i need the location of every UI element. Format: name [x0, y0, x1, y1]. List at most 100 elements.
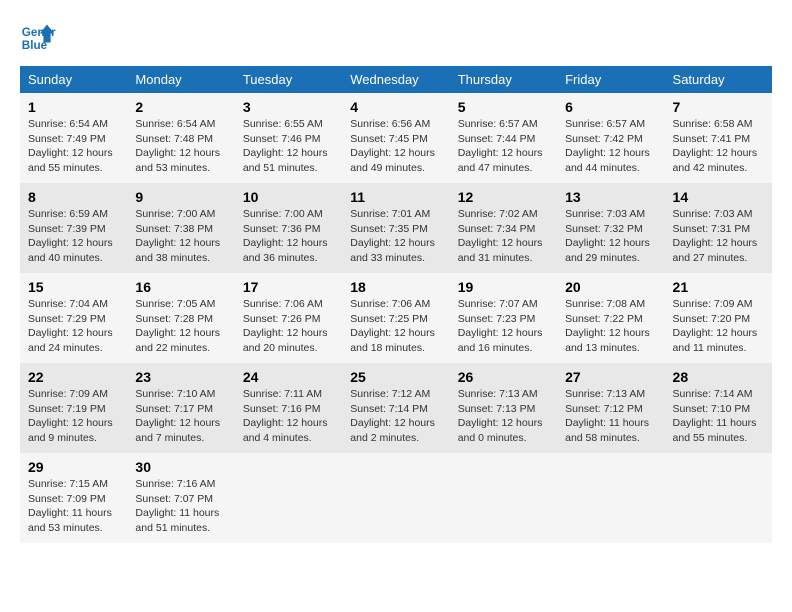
calendar-cell: 20 Sunrise: 7:08 AM Sunset: 7:22 PM Dayli… [557, 273, 664, 363]
calendar-cell [665, 453, 772, 543]
calendar-week-row: 22 Sunrise: 7:09 AM Sunset: 7:19 PM Dayli… [20, 363, 772, 453]
calendar-table: SundayMondayTuesdayWednesdayThursdayFrid… [20, 66, 772, 543]
calendar-cell: 29Sunrise: 7:15 AM Sunset: 7:09 PM Dayli… [20, 453, 127, 543]
day-number: 2 [135, 99, 226, 115]
calendar-cell: 8 Sunrise: 6:59 AM Sunset: 7:39 PM Daylig… [20, 183, 127, 273]
day-info: Sunrise: 6:58 AM Sunset: 7:41 PM Dayligh… [673, 117, 764, 176]
day-info: Sunrise: 6:54 AM Sunset: 7:48 PM Dayligh… [135, 117, 226, 176]
calendar-cell: 12 Sunrise: 7:02 AM Sunset: 7:34 PM Dayli… [450, 183, 557, 273]
calendar-cell: 15 Sunrise: 7:04 AM Sunset: 7:29 PM Dayli… [20, 273, 127, 363]
calendar-cell: 25 Sunrise: 7:12 AM Sunset: 7:14 PM Dayli… [342, 363, 449, 453]
calendar-cell: 18Sunrise: 7:06 AM Sunset: 7:25 PM Dayli… [342, 273, 449, 363]
logo-icon: General Blue [20, 20, 56, 56]
day-number: 6 [565, 99, 656, 115]
day-number: 25 [350, 369, 441, 385]
day-info: Sunrise: 7:03 AM Sunset: 7:32 PM Dayligh… [565, 207, 656, 266]
calendar-cell: 7Sunrise: 6:58 AM Sunset: 7:41 PM Daylig… [665, 93, 772, 183]
day-number: 26 [458, 369, 549, 385]
day-number: 20 [565, 279, 656, 295]
calendar-cell: 10 Sunrise: 7:00 AM Sunset: 7:36 PM Dayli… [235, 183, 342, 273]
day-info: Sunrise: 6:59 AM Sunset: 7:39 PM Dayligh… [28, 207, 119, 266]
calendar-week-row: 8 Sunrise: 6:59 AM Sunset: 7:39 PM Daylig… [20, 183, 772, 273]
day-info: Sunrise: 6:56 AM Sunset: 7:45 PM Dayligh… [350, 117, 441, 176]
calendar-week-row: 29Sunrise: 7:15 AM Sunset: 7:09 PM Dayli… [20, 453, 772, 543]
calendar-cell: 1 Sunrise: 6:54 AM Sunset: 7:49 PM Daylig… [20, 93, 127, 183]
calendar-cell [450, 453, 557, 543]
day-number: 1 [28, 99, 119, 115]
day-info: Sunrise: 7:03 AM Sunset: 7:31 PM Dayligh… [673, 207, 764, 266]
day-info: Sunrise: 7:10 AM Sunset: 7:17 PM Dayligh… [135, 387, 226, 446]
day-info: Sunrise: 7:13 AM Sunset: 7:13 PM Dayligh… [458, 387, 549, 446]
calendar-cell [557, 453, 664, 543]
day-number: 24 [243, 369, 334, 385]
calendar-cell: 17Sunrise: 7:06 AM Sunset: 7:26 PM Dayli… [235, 273, 342, 363]
day-info: Sunrise: 6:55 AM Sunset: 7:46 PM Dayligh… [243, 117, 334, 176]
calendar-cell [235, 453, 342, 543]
day-info: Sunrise: 7:09 AM Sunset: 7:19 PM Dayligh… [28, 387, 119, 446]
day-info: Sunrise: 7:01 AM Sunset: 7:35 PM Dayligh… [350, 207, 441, 266]
day-info: Sunrise: 7:13 AM Sunset: 7:12 PM Dayligh… [565, 387, 656, 446]
day-number: 4 [350, 99, 441, 115]
calendar-cell: 23Sunrise: 7:10 AM Sunset: 7:17 PM Dayli… [127, 363, 234, 453]
day-info: Sunrise: 7:11 AM Sunset: 7:16 PM Dayligh… [243, 387, 334, 446]
logo: General Blue [20, 20, 56, 56]
calendar-week-row: 1 Sunrise: 6:54 AM Sunset: 7:49 PM Daylig… [20, 93, 772, 183]
calendar-cell: 14Sunrise: 7:03 AM Sunset: 7:31 PM Dayli… [665, 183, 772, 273]
calendar-cell: 5 Sunrise: 6:57 AM Sunset: 7:44 PM Daylig… [450, 93, 557, 183]
day-info: Sunrise: 7:07 AM Sunset: 7:23 PM Dayligh… [458, 297, 549, 356]
column-header-friday: Friday [557, 66, 664, 93]
day-info: Sunrise: 7:15 AM Sunset: 7:09 PM Dayligh… [28, 477, 119, 536]
calendar-cell: 4 Sunrise: 6:56 AM Sunset: 7:45 PM Daylig… [342, 93, 449, 183]
day-number: 5 [458, 99, 549, 115]
calendar-cell: 19 Sunrise: 7:07 AM Sunset: 7:23 PM Dayli… [450, 273, 557, 363]
day-info: Sunrise: 7:00 AM Sunset: 7:36 PM Dayligh… [243, 207, 334, 266]
day-info: Sunrise: 7:02 AM Sunset: 7:34 PM Dayligh… [458, 207, 549, 266]
column-header-saturday: Saturday [665, 66, 772, 93]
column-header-monday: Monday [127, 66, 234, 93]
calendar-cell: 6 Sunrise: 6:57 AM Sunset: 7:42 PM Daylig… [557, 93, 664, 183]
day-number: 19 [458, 279, 549, 295]
calendar-cell [342, 453, 449, 543]
day-info: Sunrise: 7:14 AM Sunset: 7:10 PM Dayligh… [673, 387, 764, 446]
calendar-header-row: SundayMondayTuesdayWednesdayThursdayFrid… [20, 66, 772, 93]
column-header-tuesday: Tuesday [235, 66, 342, 93]
calendar-cell: 27 Sunrise: 7:13 AM Sunset: 7:12 PM Dayli… [557, 363, 664, 453]
day-info: Sunrise: 7:09 AM Sunset: 7:20 PM Dayligh… [673, 297, 764, 356]
day-number: 21 [673, 279, 764, 295]
calendar-cell: 21 Sunrise: 7:09 AM Sunset: 7:20 PM Dayli… [665, 273, 772, 363]
day-number: 10 [243, 189, 334, 205]
day-info: Sunrise: 7:12 AM Sunset: 7:14 PM Dayligh… [350, 387, 441, 446]
calendar-week-row: 15 Sunrise: 7:04 AM Sunset: 7:29 PM Dayli… [20, 273, 772, 363]
day-number: 9 [135, 189, 226, 205]
calendar-cell: 30 Sunrise: 7:16 AM Sunset: 7:07 PM Dayli… [127, 453, 234, 543]
day-number: 13 [565, 189, 656, 205]
calendar-cell: 22 Sunrise: 7:09 AM Sunset: 7:19 PM Dayli… [20, 363, 127, 453]
calendar-cell: 24 Sunrise: 7:11 AM Sunset: 7:16 PM Dayli… [235, 363, 342, 453]
day-info: Sunrise: 7:04 AM Sunset: 7:29 PM Dayligh… [28, 297, 119, 356]
day-info: Sunrise: 7:00 AM Sunset: 7:38 PM Dayligh… [135, 207, 226, 266]
day-number: 3 [243, 99, 334, 115]
calendar-cell: 9 Sunrise: 7:00 AM Sunset: 7:38 PM Daylig… [127, 183, 234, 273]
day-number: 22 [28, 369, 119, 385]
day-number: 11 [350, 189, 441, 205]
calendar-cell: 26 Sunrise: 7:13 AM Sunset: 7:13 PM Dayli… [450, 363, 557, 453]
day-info: Sunrise: 7:08 AM Sunset: 7:22 PM Dayligh… [565, 297, 656, 356]
calendar-cell: 16 Sunrise: 7:05 AM Sunset: 7:28 PM Dayli… [127, 273, 234, 363]
day-number: 12 [458, 189, 549, 205]
day-number: 8 [28, 189, 119, 205]
day-number: 30 [135, 459, 226, 475]
day-number: 17 [243, 279, 334, 295]
day-info: Sunrise: 7:16 AM Sunset: 7:07 PM Dayligh… [135, 477, 226, 536]
day-info: Sunrise: 6:57 AM Sunset: 7:42 PM Dayligh… [565, 117, 656, 176]
day-info: Sunrise: 6:57 AM Sunset: 7:44 PM Dayligh… [458, 117, 549, 176]
calendar-cell: 11 Sunrise: 7:01 AM Sunset: 7:35 PM Dayli… [342, 183, 449, 273]
day-number: 27 [565, 369, 656, 385]
column-header-thursday: Thursday [450, 66, 557, 93]
day-number: 16 [135, 279, 226, 295]
calendar-cell: 3 Sunrise: 6:55 AM Sunset: 7:46 PM Daylig… [235, 93, 342, 183]
day-number: 15 [28, 279, 119, 295]
day-info: Sunrise: 6:54 AM Sunset: 7:49 PM Dayligh… [28, 117, 119, 176]
day-info: Sunrise: 7:06 AM Sunset: 7:25 PM Dayligh… [350, 297, 441, 356]
day-number: 28 [673, 369, 764, 385]
day-info: Sunrise: 7:05 AM Sunset: 7:28 PM Dayligh… [135, 297, 226, 356]
